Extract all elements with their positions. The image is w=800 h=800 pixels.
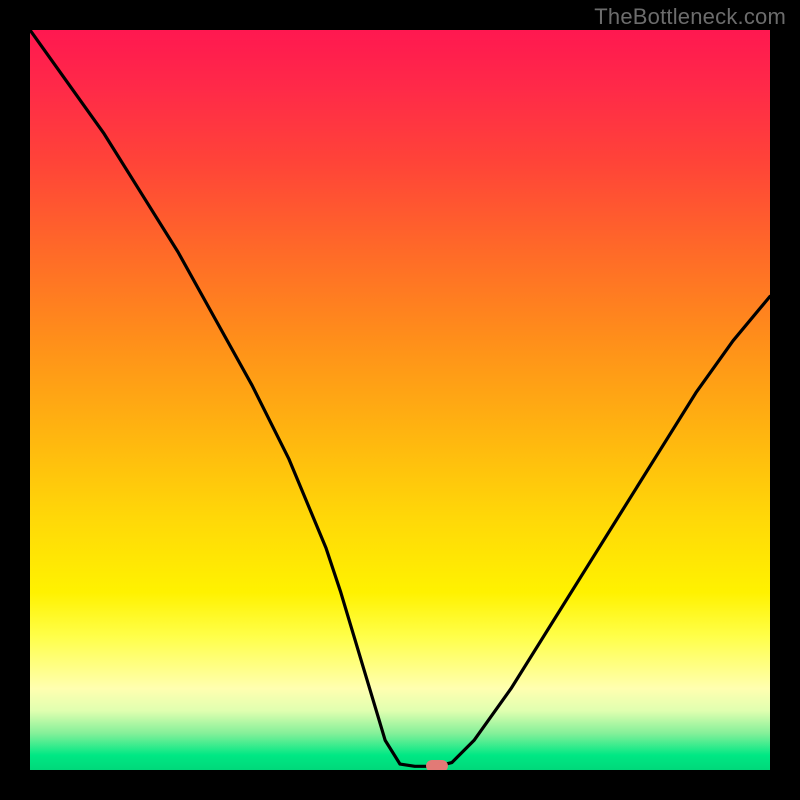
watermark-text: TheBottleneck.com (594, 4, 786, 30)
bottleneck-curve-svg (30, 30, 770, 770)
bottleneck-curve-path (30, 30, 770, 766)
plot-area (30, 30, 770, 770)
optimal-point-marker (426, 760, 448, 770)
chart-frame: TheBottleneck.com (0, 0, 800, 800)
